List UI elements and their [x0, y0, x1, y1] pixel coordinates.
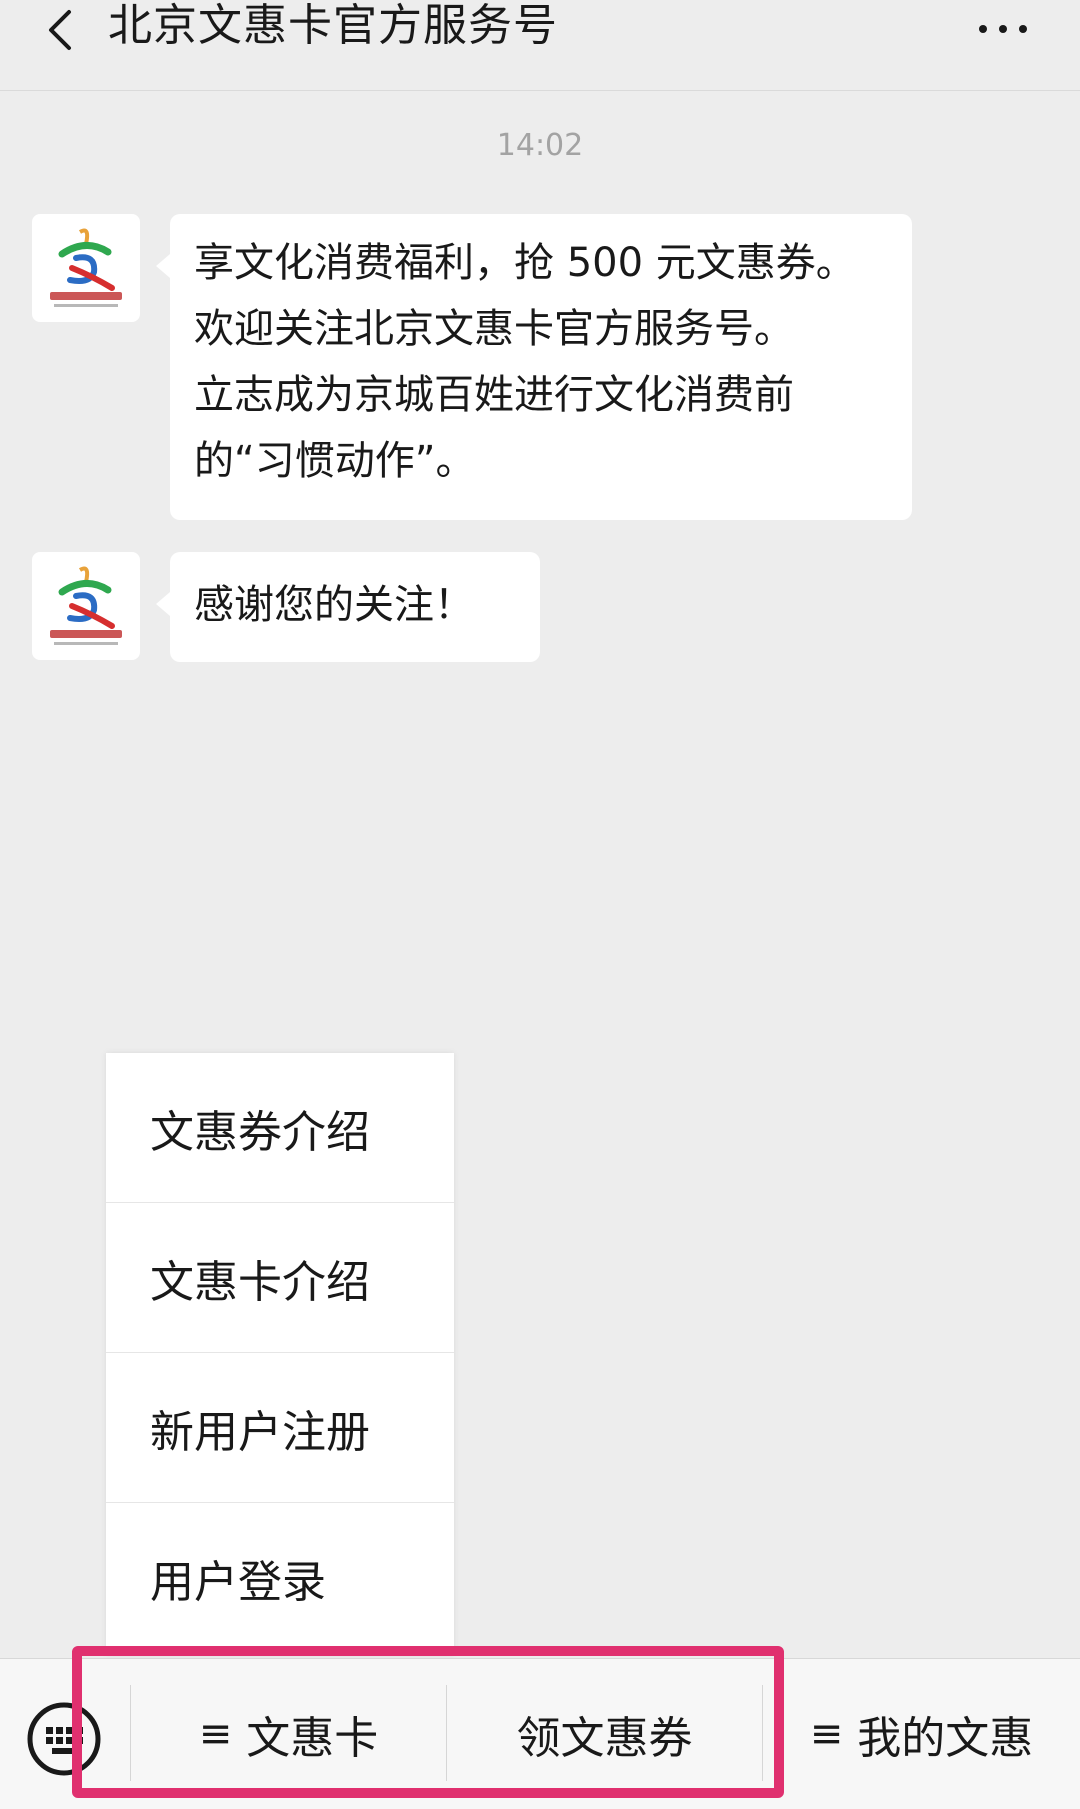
- message-bubble: 享文化消费福利，抢 500 元文惠券。 欢迎关注北京文惠卡官方服务号。 立志成为…: [156, 214, 912, 520]
- avatar[interactable]: [32, 552, 140, 660]
- message-line: 感谢您的关注！: [194, 582, 474, 628]
- beijing-culture-card-logo-icon: [50, 228, 122, 307]
- three-lines-icon: ≡: [809, 1711, 844, 1757]
- avatar[interactable]: [32, 214, 140, 322]
- menu-tab-label: 我的文惠: [857, 1713, 1034, 1764]
- message-line: 的“习惯动作”。: [194, 438, 476, 484]
- menu-item-user-login[interactable]: 用户登录: [106, 1503, 454, 1653]
- chevron-left-icon: [49, 10, 71, 50]
- menu-tab-get-coupon[interactable]: 领文惠券: [447, 1659, 762, 1809]
- menu-tab-label: 领文惠券: [516, 1713, 693, 1764]
- bottom-menu-bar: ≡ 文惠卡 领文惠券 ≡ 我的文惠: [0, 1658, 1080, 1809]
- page-title: 北京文惠卡官方服务号: [108, 0, 558, 51]
- beijing-culture-card-logo-icon: [50, 566, 122, 645]
- message-timestamp: 14:02: [496, 128, 584, 163]
- menu-item-new-user-register[interactable]: 新用户注册: [106, 1353, 454, 1503]
- message-line: 享文化消费福利，抢 500 元文惠券。: [194, 240, 856, 286]
- message-line: 立志成为京城百姓进行文化消费前: [194, 372, 794, 418]
- more-button[interactable]: [968, 4, 1038, 54]
- menu-item-card-intro[interactable]: 文惠卡介绍: [106, 1203, 454, 1353]
- submenu-popup: 文惠券介绍 文惠卡介绍 新用户注册 用户登录: [106, 1053, 454, 1655]
- keyboard-toggle-button[interactable]: [24, 1699, 104, 1779]
- three-lines-icon: ≡: [198, 1711, 233, 1757]
- top-bar: 北京文惠卡官方服务号: [0, 0, 1080, 91]
- message-line: 欢迎关注北京文惠卡官方服务号。: [194, 306, 794, 352]
- message-bubble: 感谢您的关注！: [156, 552, 540, 662]
- keyboard-icon: [27, 1702, 101, 1776]
- ellipsis-icon: [979, 25, 1027, 33]
- menu-tab-my-wenhui[interactable]: ≡ 我的文惠: [763, 1659, 1080, 1809]
- menu-item-coupon-intro[interactable]: 文惠券介绍: [106, 1053, 454, 1203]
- menu-tab-wenhui-card[interactable]: ≡ 文惠卡: [131, 1659, 446, 1809]
- back-button[interactable]: [30, 0, 90, 60]
- menu-tab-label: 文惠卡: [246, 1713, 379, 1764]
